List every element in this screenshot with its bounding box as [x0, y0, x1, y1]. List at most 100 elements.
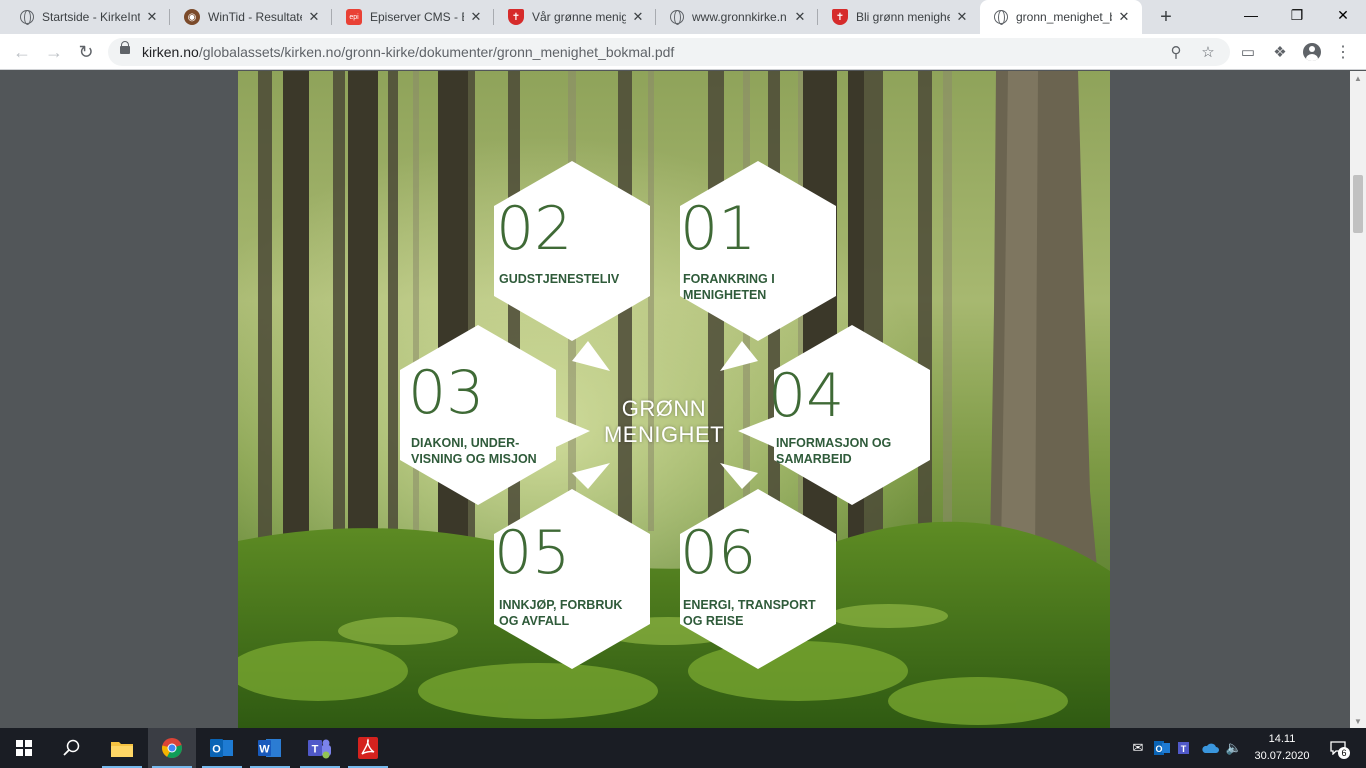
hexagon-04-line2: SAMARBEID — [776, 452, 852, 466]
hexagon-06-line2: OG REISE — [683, 614, 744, 628]
scroll-down-arrow-icon[interactable]: ▼ — [1350, 714, 1366, 728]
hexagon-03-line2: VISNING OG MISJON — [411, 452, 537, 466]
url-domain: kirken.no — [142, 44, 199, 60]
hexagon-05-label: INNKJØP, FORBRUK OG AVFALL — [499, 597, 622, 629]
hexagon-06-number: 06 — [680, 518, 757, 588]
church-shield-icon: ✝ — [832, 9, 848, 25]
reload-button[interactable]: ↻ — [73, 39, 99, 65]
hexagon-03-line1: DIAKONI, UNDER- — [411, 436, 520, 450]
hexagon-05-line1: INNKJØP, FORBRUK — [499, 598, 623, 612]
tab-title: Bli grønn menighe — [856, 10, 950, 24]
vertical-scrollbar[interactable]: ▲ ▼ — [1350, 71, 1366, 728]
hexagon-04-label: INFORMASJON OG SAMARBEID — [776, 435, 891, 467]
tab-episerver[interactable]: epi Episerver CMS - Ec ✕ — [332, 0, 494, 34]
bookmark-star-icon[interactable]: ☆ — [1198, 42, 1218, 62]
hexagon-03-number: 03 — [408, 358, 485, 428]
tab-var-gronne-menighet[interactable]: ✝ Vår grønne menigh ✕ — [494, 0, 656, 34]
hexagon-05-line2: OG AVFALL — [499, 614, 570, 628]
search-button[interactable] — [48, 728, 96, 768]
zoom-icon[interactable]: ⚲ — [1166, 42, 1186, 62]
close-icon[interactable]: ✕ — [1116, 9, 1132, 25]
scroll-up-arrow-icon[interactable]: ▲ — [1350, 71, 1366, 85]
pdf-viewer[interactable]: 02 GUDSTJENESTELIV 01 FORANKRING I MENIGH… — [0, 71, 1350, 728]
outlook-icon: O — [210, 739, 233, 757]
minimize-button[interactable]: — — [1228, 0, 1274, 30]
url-text[interactable]: kirken.no/globalassets/kirken.no/gronn-k… — [142, 44, 674, 60]
episerver-icon: epi — [346, 9, 362, 25]
taskbar-acrobat[interactable] — [344, 728, 392, 768]
pdf-page: 02 GUDSTJENESTELIV 01 FORANKRING I MENIGH… — [238, 71, 1110, 728]
forward-button[interactable]: → — [41, 39, 67, 65]
teams-tray-icon[interactable]: T — [1176, 738, 1196, 758]
globe-icon — [994, 10, 1008, 25]
center-title-line2: MENIGHET — [603, 422, 725, 447]
tab-bli-gronn-menighet[interactable]: ✝ Bli grønn menighe ✕ — [818, 0, 980, 34]
scroll-thumb[interactable] — [1353, 175, 1363, 233]
acrobat-icon — [358, 737, 378, 759]
start-button[interactable] — [0, 728, 48, 768]
hexagon-01-line2: MENIGHETEN — [683, 288, 767, 302]
teams-icon: T — [308, 739, 331, 759]
hexagon-02-number: 02 — [496, 194, 573, 264]
hexagon-02-line1: GUDSTJENESTELIV — [499, 272, 620, 286]
svg-text:T: T — [312, 744, 319, 756]
avatar-icon — [1303, 43, 1321, 61]
profile-avatar[interactable] — [1301, 41, 1323, 63]
taskbar-word[interactable]: W — [246, 728, 294, 768]
hexagon-01-label: FORANKRING I MENIGHETEN — [683, 271, 775, 303]
hexagon-04-line1: INFORMASJON OG — [776, 436, 892, 450]
tab-title: Episerver CMS - Ec — [370, 10, 464, 24]
hexagon-06-label: ENERGI, TRANSPORT OG REISE — [683, 597, 816, 629]
cast-icon[interactable]: ▭ — [1237, 41, 1259, 63]
close-icon[interactable]: ✕ — [468, 9, 484, 25]
owl-icon: ◉ — [184, 9, 200, 25]
lock-icon[interactable] — [120, 41, 130, 54]
new-tab-button[interactable]: + — [1155, 6, 1177, 28]
extensions-puzzle-icon[interactable]: ❖ — [1269, 41, 1291, 63]
onedrive-cloud-icon[interactable] — [1200, 738, 1220, 758]
taskbar-teams[interactable]: T — [296, 728, 344, 768]
restore-button[interactable]: ❐ — [1274, 0, 1320, 30]
clock-date: 30.07.2020 — [1254, 750, 1310, 762]
svg-text:T: T — [1181, 744, 1187, 754]
close-icon[interactable]: ✕ — [954, 9, 970, 25]
close-window-button[interactable]: ✕ — [1320, 0, 1366, 30]
volume-icon[interactable]: 🔈 — [1224, 738, 1244, 758]
notification-count-badge: 6 — [1338, 747, 1350, 759]
tab-title: gronn_menighet_b — [1016, 10, 1112, 24]
close-icon[interactable]: ✕ — [630, 9, 646, 25]
file-explorer-icon — [111, 742, 133, 757]
close-icon[interactable]: ✕ — [792, 9, 808, 25]
search-icon — [63, 739, 80, 756]
url-path: /globalassets/kirken.no/gronn-kirke/doku… — [198, 44, 675, 60]
hexagon-02-label: GUDSTJENESTELIV — [499, 271, 619, 287]
taskbar-file-explorer[interactable] — [98, 728, 146, 768]
tab-gronn-menighet-pdf[interactable]: gronn_menighet_b ✕ — [980, 0, 1142, 34]
close-icon[interactable]: ✕ — [306, 9, 322, 25]
tab-strip: Startside - KirkeInt ✕ ◉ WinTid - Result… — [0, 0, 1366, 34]
word-icon: W — [258, 739, 281, 757]
center-title-line1: GRØNN — [621, 396, 707, 421]
tab-title: www.gronnkirke.n — [692, 10, 787, 24]
taskbar-clock[interactable]: 14.11 30.07.2020 — [1252, 731, 1312, 765]
clock-time: 14.11 — [1268, 733, 1296, 745]
taskbar-outlook[interactable]: O — [198, 728, 246, 768]
svg-text:O: O — [1155, 744, 1162, 754]
taskbar-chrome[interactable] — [148, 728, 196, 768]
tab-title: Vår grønne menigh — [532, 10, 626, 24]
tab-title: Startside - KirkeInt — [42, 10, 140, 24]
windows-taskbar: O W T ✉ O T 🔈 14.11 30.07.2020 6 — [0, 728, 1366, 768]
close-icon[interactable]: ✕ — [144, 9, 160, 25]
mail-icon[interactable]: ✉ — [1128, 738, 1148, 758]
address-bar[interactable]: kirken.no/globalassets/kirken.no/gronn-k… — [108, 38, 1230, 66]
tab-wintid[interactable]: ◉ WinTid - Resultate ✕ — [170, 0, 332, 34]
tab-gronnkirke[interactable]: www.gronnkirke.n ✕ — [656, 0, 818, 34]
menu-kebab-icon[interactable]: ⋮ — [1332, 41, 1354, 63]
svg-text:W: W — [259, 744, 270, 756]
outlook-tray-icon[interactable]: O — [1152, 738, 1172, 758]
chrome-icon — [162, 738, 182, 759]
back-button[interactable]: ← — [9, 39, 35, 65]
tab-startside[interactable]: Startside - KirkeInt ✕ — [6, 0, 170, 34]
browser-toolbar: ← → ↻ kirken.no/globalassets/kirken.no/g… — [0, 34, 1366, 70]
notification-center-icon[interactable]: 6 — [1326, 738, 1350, 759]
